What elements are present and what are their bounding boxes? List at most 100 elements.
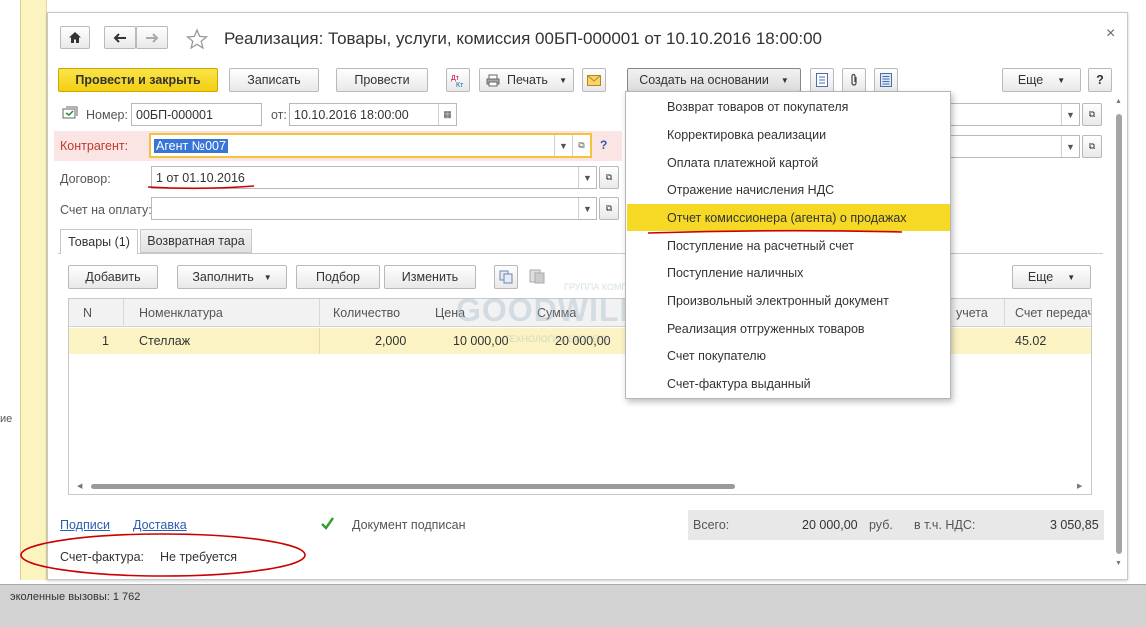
tab-goods[interactable]: Товары (1) [60, 229, 138, 254]
counterparty-help-icon[interactable]: ? [600, 138, 607, 152]
menu-item-shipped-goods-sale[interactable]: Реализация отгруженных товаров [627, 315, 950, 342]
column-header-n[interactable]: N [83, 299, 92, 327]
column-header-qty[interactable]: Количество [333, 299, 400, 327]
back-button[interactable] [104, 26, 136, 49]
dropdown-icon[interactable]: ▼ [554, 135, 572, 156]
email-button[interactable] [582, 68, 606, 92]
warehouse-open-button[interactable]: ⧉ [1082, 135, 1102, 158]
scroll-right-icon[interactable]: ▶ [1077, 482, 1082, 490]
totals-panel: Всего: 20 000,00 руб. в т.ч. НДС: 3 050,… [688, 510, 1104, 540]
dropdown-icon[interactable]: ▼ [1061, 104, 1079, 125]
tab-goods-label: Товары (1) [68, 235, 130, 249]
invoice-field[interactable]: ▼ [151, 197, 597, 220]
menu-item-card-payment[interactable]: Оплата платежной картой [627, 149, 950, 176]
open-icon[interactable]: ⧉ [572, 135, 590, 156]
contract-underline-annotation [147, 185, 255, 190]
column-header-transfer-account[interactable]: Счет передачи [1015, 299, 1091, 327]
table-more-button[interactable]: Еще ▼ [1012, 265, 1091, 289]
cell-transfer-account: 45.02 [1015, 334, 1047, 348]
fill-button[interactable]: Заполнить ▼ [177, 265, 287, 289]
tab-returnable-packaging[interactable]: Возвратная тара [140, 229, 252, 253]
date-label: от: [271, 108, 287, 122]
scrollbar-thumb[interactable] [1116, 114, 1122, 554]
svg-text:Кт: Кт [456, 82, 464, 88]
dropdown-icon[interactable]: ▼ [578, 167, 596, 188]
column-header-account[interactable]: учета [956, 299, 988, 327]
menu-item-issued-invoice[interactable]: Счет-фактура выданный [627, 370, 950, 397]
home-button[interactable] [60, 26, 90, 49]
print-button[interactable]: Печать ▼ [479, 68, 574, 92]
counterparty-label: Контрагент: [60, 139, 129, 153]
forward-button[interactable] [136, 26, 168, 49]
paperclip-icon [851, 73, 857, 86]
menu-item-return-goods[interactable]: Возврат товаров от покупателя [627, 93, 950, 120]
calendar-icon[interactable]: ▦ [438, 104, 456, 125]
window-title: Реализация: Товары, услуги, комиссия 00Б… [224, 29, 823, 48]
status-bar: эколенные вызовы: 1 762 [0, 584, 1146, 627]
help-button[interactable]: ? [1088, 68, 1112, 92]
organization-field[interactable]: ▼ [940, 103, 1080, 126]
create-based-on-menu: Возврат товаров от покупателя Корректиро… [625, 91, 951, 399]
attach-button[interactable] [842, 68, 866, 92]
arrow-right-icon [146, 32, 159, 43]
organization-open-button[interactable]: ⧉ [1082, 103, 1102, 126]
create-based-on-label: Создать на основании [639, 73, 769, 87]
scroll-up-icon[interactable]: ▲ [1115, 98, 1122, 105]
chevron-down-icon: ▼ [559, 75, 567, 85]
left-panel-border [20, 0, 47, 580]
checkmark-icon [321, 517, 334, 530]
contract-open-button[interactable]: ⧉ [599, 166, 619, 189]
star-icon[interactable] [185, 28, 209, 50]
dropdown-icon[interactable]: ▼ [1061, 136, 1079, 157]
vat-label: в т.ч. НДС: [914, 518, 976, 532]
scroll-down-icon[interactable]: ▼ [1115, 560, 1122, 567]
print-label: Печать [507, 73, 548, 87]
menu-item-bank-receipt[interactable]: Поступление на расчетный счет [627, 232, 950, 259]
scroll-left-icon[interactable]: ◀ [77, 482, 82, 490]
tab-returnable-packaging-label: Возвратная тара [147, 234, 245, 248]
structure-button[interactable] [810, 68, 834, 92]
column-header-item[interactable]: Номенклатура [139, 299, 223, 327]
menu-item-agent-report[interactable]: Отчет комиссионера (агента) о продажах [627, 204, 950, 231]
save-button[interactable]: Записать [229, 68, 319, 92]
column-divider [123, 299, 124, 327]
pick-button[interactable]: Подбор [296, 265, 380, 289]
chevron-down-icon: ▼ [1057, 75, 1066, 85]
warehouse-field[interactable]: ▼ [940, 135, 1080, 158]
dropdown-icon[interactable]: ▼ [578, 198, 596, 219]
horizontal-scrollbar[interactable]: ◀ ▶ [77, 482, 1085, 491]
cell-item: Стеллаж [139, 334, 191, 348]
dt-kt-button[interactable]: Дт Кт [446, 68, 470, 92]
close-icon[interactable]: × [1106, 25, 1115, 43]
post-button[interactable]: Провести [336, 68, 428, 92]
menu-item-customer-invoice[interactable]: Счет покупателю [627, 342, 950, 369]
date-value: 10.10.2016 18:00:00 [294, 107, 409, 122]
agent-report-underline-annotation [647, 229, 903, 234]
create-based-on-button[interactable]: Создать на основании ▼ [627, 68, 801, 92]
svg-text:Дт: Дт [451, 75, 460, 82]
vertical-scrollbar[interactable]: ▲ ▼ [1113, 98, 1125, 576]
more-button[interactable]: Еще ▼ [1002, 68, 1081, 92]
signed-checkbox[interactable] [320, 516, 335, 531]
invoice-open-button[interactable]: ⧉ [599, 197, 619, 220]
printer-icon [486, 74, 500, 86]
number-field[interactable]: 00БП-000001 [131, 103, 262, 126]
scrollbar-thumb[interactable] [91, 484, 735, 489]
chevron-down-icon: ▼ [780, 75, 789, 85]
add-button[interactable]: Добавить [68, 265, 158, 289]
column-divider [1004, 299, 1005, 327]
menu-item-arbitrary-edoc[interactable]: Произвольный электронный документ [627, 287, 950, 314]
column-divider [319, 328, 320, 354]
post-and-close-button[interactable]: Провести и закрыть [58, 68, 218, 92]
fill-label: Заполнить [192, 270, 254, 284]
document-icon [62, 106, 78, 123]
date-field[interactable]: 10.10.2016 18:00:00 ▦ [289, 103, 457, 126]
menu-item-sales-adjustment[interactable]: Корректировка реализации [627, 121, 950, 148]
total-label: Всего: [693, 518, 730, 532]
document-icon [816, 73, 828, 87]
counterparty-field[interactable]: Агент №007 ▼ ⧉ [149, 133, 592, 158]
report-button[interactable] [874, 68, 898, 92]
dt-kt-icon: ДтКт [451, 75, 464, 88]
menu-item-cash-receipt[interactable]: Поступление наличных [627, 259, 950, 286]
menu-item-vat-accrual[interactable]: Отражение начисления НДС [627, 176, 950, 203]
